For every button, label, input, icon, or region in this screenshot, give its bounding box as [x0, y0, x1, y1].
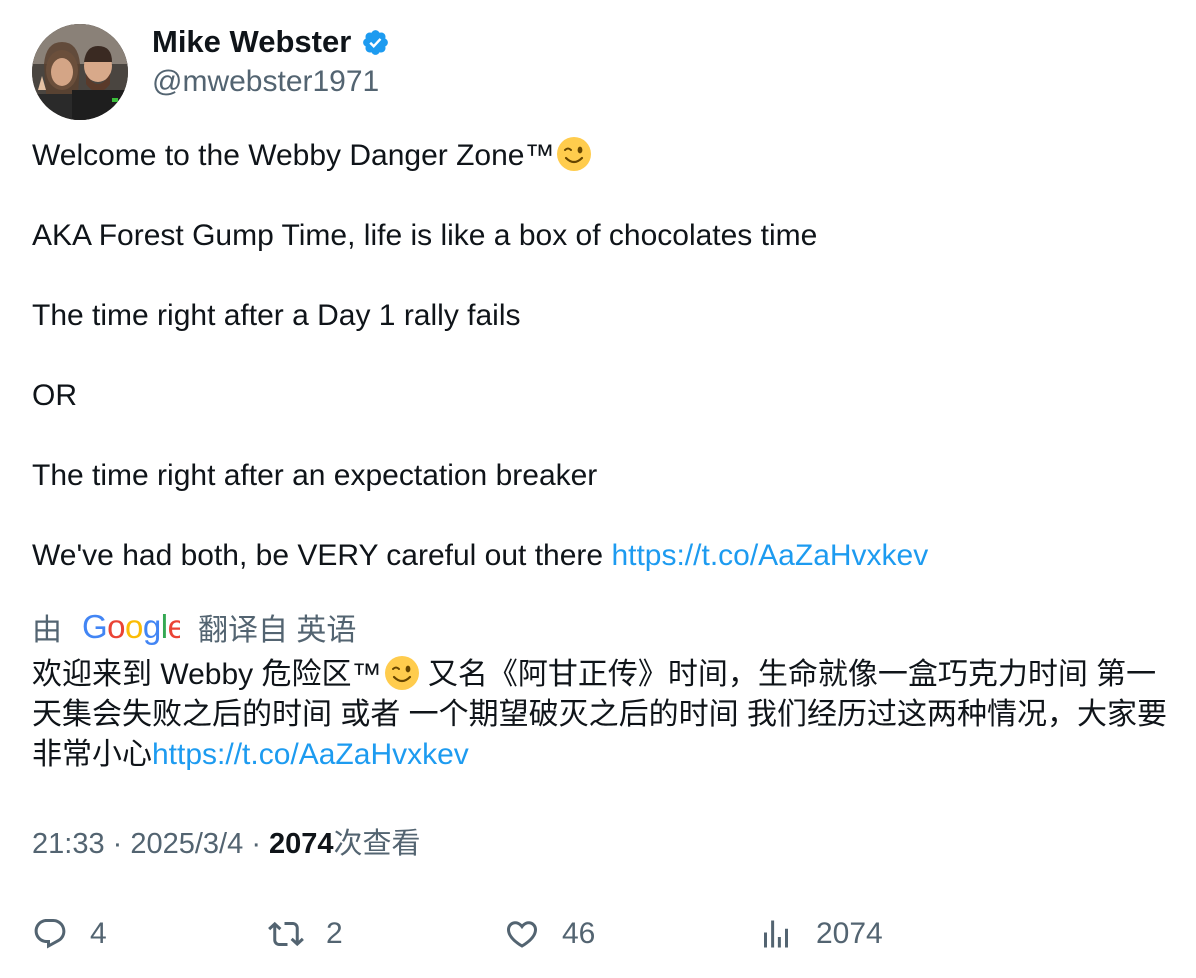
translated-by-label: 由 — [32, 614, 62, 647]
translation-attribution: 由 Google 翻译自 英语 — [32, 607, 356, 647]
like-button[interactable]: 46 — [504, 912, 595, 956]
analytics-icon — [764, 920, 788, 948]
repost-count: 2 — [326, 917, 343, 950]
handle[interactable]: @mwebster1971 — [152, 64, 390, 100]
tweet-line: OR — [32, 379, 77, 412]
separator: · — [251, 828, 270, 860]
author-info: Mike Webster @mwebster1971 — [152, 24, 390, 100]
action-bar: 4 2 46 2074 — [32, 912, 1172, 956]
svg-text:Google: Google — [82, 608, 180, 645]
tweet-line: We've had both, be VERY careful out ther… — [32, 536, 1172, 576]
repost-icon — [268, 921, 304, 947]
separator: · — [112, 828, 131, 860]
tweet: Mike Webster @mwebster1971 Welcome to th… — [32, 24, 1172, 950]
translated-text-part: 欢迎来到 Webby 危险区™ — [32, 658, 382, 691]
tweet-time[interactable]: 21:33 — [32, 828, 105, 860]
name-row: Mike Webster — [152, 24, 390, 60]
like-count: 46 — [562, 917, 596, 950]
translated-from-label[interactable]: 翻译自 英语 — [198, 605, 356, 649]
google-logo-icon: Google — [82, 608, 180, 645]
translated-text: 欢迎来到 Webby 危险区™ 又名《阿甘正传》时间，生命就像一盒巧克力时间 第… — [32, 655, 1172, 775]
views-label: 次查看 — [333, 828, 421, 860]
winking-face-emoji-icon — [557, 137, 592, 171]
tweet-text: Welcome to the Webby Danger Zone™ AKA Fo… — [32, 136, 1172, 576]
tweet-line: The time right after a Day 1 rally fails — [32, 299, 521, 332]
translated-link[interactable]: https://t.co/AaZaHvxkev — [152, 738, 469, 771]
tweet-line: Welcome to the Webby Danger Zone™ — [32, 136, 1172, 176]
tweet-line-text: We've had both, be VERY careful out ther… — [32, 539, 612, 572]
views-count: 2074 — [269, 828, 334, 860]
repost-button[interactable]: 2 — [268, 912, 343, 956]
verified-badge-icon[interactable] — [361, 28, 390, 57]
reply-button[interactable]: 4 — [32, 912, 107, 956]
reply-icon — [34, 919, 66, 949]
tweet-header: Mike Webster @mwebster1971 — [32, 24, 1172, 120]
avatar-image — [32, 24, 128, 120]
reply-count: 4 — [90, 917, 107, 950]
display-name[interactable]: Mike Webster — [152, 24, 351, 60]
tweet-line: The time right after an expectation brea… — [32, 459, 598, 492]
tweet-metadata: 21:33 · 2025/3/4 · 2074次查看 — [32, 824, 421, 864]
tweet-line-text: Welcome to the Webby Danger Zone™ — [32, 139, 555, 172]
views-button[interactable]: 2074 — [758, 912, 883, 956]
views-count: 2074 — [816, 917, 883, 950]
tweet-date[interactable]: 2025/3/4 — [130, 828, 243, 860]
heart-icon — [506, 921, 538, 948]
avatar[interactable] — [32, 24, 128, 120]
winking-face-emoji-icon — [384, 656, 419, 690]
tweet-link[interactable]: https://t.co/AaZaHvxkev — [611, 539, 928, 572]
tweet-line: AKA Forest Gump Time, life is like a box… — [32, 219, 818, 252]
